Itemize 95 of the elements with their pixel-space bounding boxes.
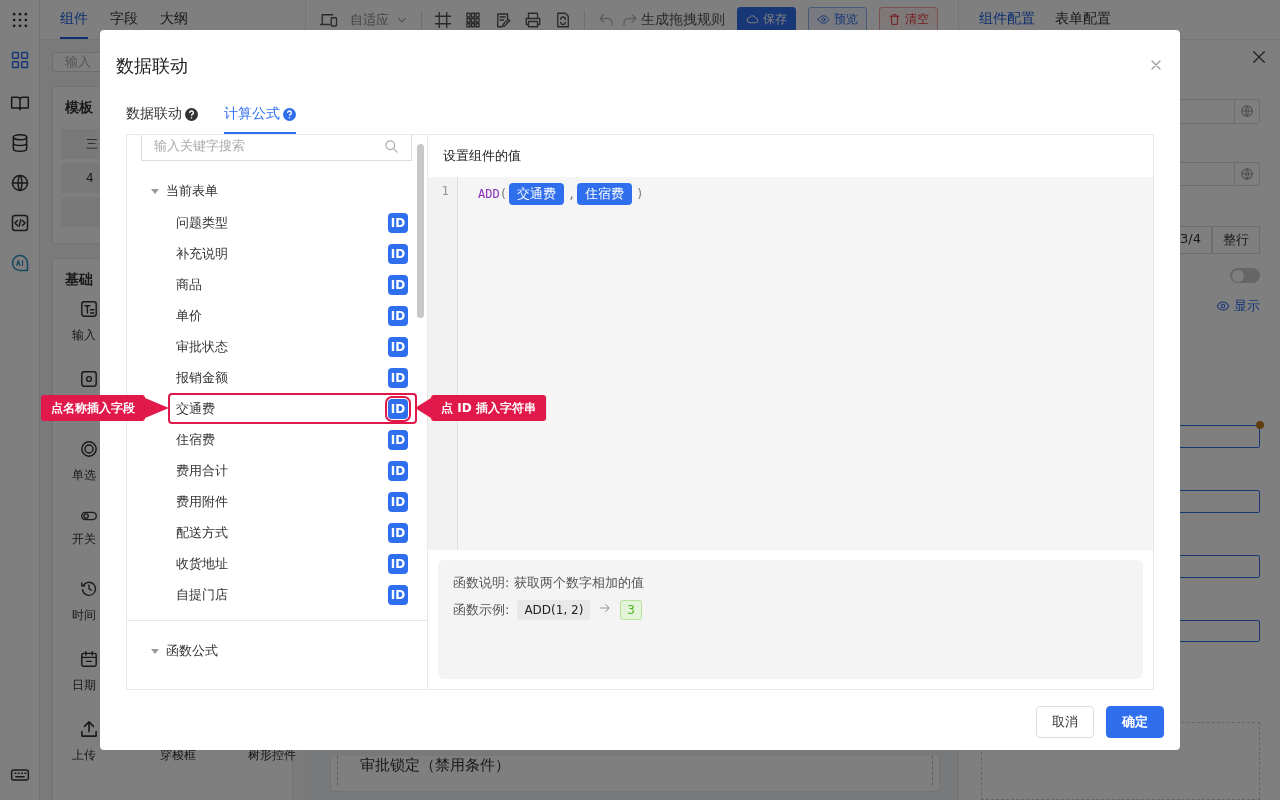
component-label[interactable]: 树形控件 — [248, 747, 296, 764]
tree-group[interactable]: 函数公式 — [166, 642, 218, 660]
field-tag[interactable]: 住宿费 — [577, 183, 633, 205]
field-name[interactable]: 自提门店 — [176, 585, 228, 604]
help-icon — [185, 107, 198, 121]
close-icon[interactable] — [1250, 48, 1268, 66]
section-title: 模板 — [65, 99, 93, 117]
id-badge[interactable]: ID — [388, 243, 408, 264]
pointer-icon — [145, 398, 169, 418]
dialog-button[interactable]: 确定 — [1106, 706, 1164, 738]
dialog-button[interactable]: 取消 — [1036, 706, 1094, 738]
field-name[interactable]: 商品 — [176, 275, 202, 294]
id-badge[interactable]: ID — [388, 429, 408, 450]
id-badge[interactable]: ID — [388, 460, 408, 481]
book-icon[interactable] — [9, 93, 30, 113]
example-code: ADD(1, 2) — [517, 599, 591, 620]
print-icon[interactable] — [524, 10, 542, 29]
field-name[interactable]: 报销金额 — [176, 368, 228, 387]
example-label: 函数示例: — [453, 600, 510, 619]
globe-icon — [1240, 167, 1254, 181]
code-icon[interactable] — [9, 213, 30, 233]
blocks-icon[interactable] — [464, 10, 482, 29]
component-label[interactable]: 单选 — [72, 467, 95, 484]
id-badge[interactable]: ID — [388, 274, 408, 295]
globe-icon — [1240, 104, 1254, 119]
editor-title: 设置组件的值 — [442, 147, 522, 165]
dialog-tab[interactable]: 计算公式 — [224, 96, 296, 134]
component-label[interactable]: 上传 — [72, 747, 95, 764]
toolbar-button[interactable]: 清空 — [879, 7, 938, 32]
component-label[interactable]: 日期 — [72, 677, 95, 694]
component-label[interactable]: 时间 — [72, 607, 95, 624]
trash-icon — [888, 13, 901, 26]
id-badge[interactable]: ID — [388, 336, 408, 357]
radio-icon — [81, 441, 97, 457]
toggle-icon — [81, 511, 97, 521]
line-number: 1 — [440, 183, 449, 198]
ai-chat-icon[interactable] — [9, 253, 30, 273]
caret-icon[interactable] — [150, 646, 160, 656]
globe-icon[interactable] — [9, 173, 30, 193]
code-punctuation: ( — [499, 187, 507, 201]
tree-group[interactable]: 当前表单 — [166, 182, 218, 200]
width-option[interactable]: 整行 — [1212, 226, 1260, 255]
function-name: ADD — [478, 187, 500, 201]
field-tag[interactable]: 交通费 — [508, 183, 564, 205]
dialog-title: 数据联动 — [116, 54, 188, 78]
upload-icon — [81, 721, 97, 737]
field-name[interactable]: 配送方式 — [176, 523, 228, 542]
document-sync-icon[interactable] — [554, 10, 572, 29]
generate-rules-link[interactable]: 生成拖拽规则 — [641, 10, 725, 29]
id-badge[interactable]: ID — [388, 584, 408, 605]
frame-icon[interactable] — [434, 10, 452, 29]
toolbar-button[interactable]: 预览 — [808, 7, 867, 32]
field-name[interactable]: 费用合计 — [176, 461, 228, 480]
field-name[interactable]: 单价 — [176, 306, 202, 325]
field-name[interactable]: 费用附件 — [176, 492, 228, 511]
search-icon — [384, 138, 399, 154]
example-result: 3 — [620, 599, 642, 620]
field-name[interactable]: 问题类型 — [176, 213, 228, 232]
cloud-icon — [746, 13, 759, 26]
toggle-switch[interactable] — [1230, 268, 1260, 284]
id-badge[interactable]: ID — [388, 491, 408, 512]
help-icon — [283, 107, 296, 121]
visibility-link[interactable]: 显示 — [1216, 297, 1260, 316]
component-label[interactable]: 穿梭框 — [160, 747, 196, 764]
toolbar-button[interactable]: 保存 — [737, 7, 796, 32]
scrollbar[interactable] — [417, 144, 424, 318]
id-badge[interactable]: ID — [388, 212, 408, 233]
id-badge[interactable]: ID — [388, 398, 408, 419]
status-dot — [1256, 421, 1264, 430]
field-name[interactable]: 住宿费 — [176, 430, 215, 449]
code-punctuation: , — [567, 187, 576, 201]
id-badge[interactable]: ID — [388, 305, 408, 326]
pointer-icon — [415, 398, 431, 418]
clock-icon — [81, 581, 97, 597]
section-title: 基础 — [65, 271, 93, 289]
dialog-tab[interactable]: 数据联动 — [126, 96, 198, 134]
field-name[interactable]: 收货地址 — [176, 554, 228, 573]
calendar-icon — [81, 651, 97, 667]
id-badge[interactable]: ID — [388, 553, 408, 574]
field-name[interactable]: 补充说明 — [176, 244, 228, 263]
eye-icon — [1216, 299, 1230, 314]
field-name[interactable]: 交通费 — [176, 399, 215, 418]
code-punctuation: ) — [636, 187, 644, 201]
form-item-label: 审批锁定（禁用条件） — [337, 756, 933, 785]
function-description: 函数说明: 获取两个数字相加的值 — [453, 573, 645, 592]
text-input-icon — [81, 301, 97, 317]
component-label[interactable]: 输入 — [72, 327, 95, 344]
eye-icon — [817, 13, 830, 26]
field-name[interactable]: 审批状态 — [176, 337, 228, 356]
grid-icon[interactable] — [9, 50, 30, 70]
search-field[interactable]: 输入关键字搜索 — [141, 135, 412, 161]
component-label[interactable]: 开关 — [72, 531, 95, 548]
id-badge[interactable]: ID — [388, 522, 408, 543]
id-badge[interactable]: ID — [388, 367, 408, 388]
edit-icon[interactable] — [494, 10, 512, 29]
